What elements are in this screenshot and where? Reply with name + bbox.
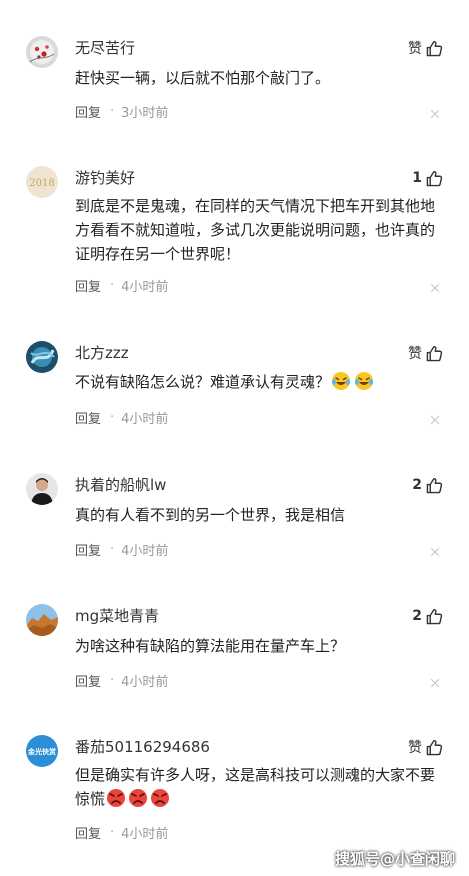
year-2018-avatar-icon[interactable]: 2018	[26, 166, 58, 198]
comment-text-row: 但是确实有许多人呀，这是高科技可以测魂的大家不要惊慌	[75, 763, 447, 815]
username[interactable]: 北方zzz	[75, 343, 129, 363]
separator-dot: ·	[110, 541, 115, 557]
timestamp: 4小时前	[121, 826, 169, 842]
username[interactable]: 番茄50116294686	[75, 737, 210, 757]
username[interactable]: 执着的船帆lw	[75, 475, 166, 495]
laughing-tears-emoji-icon	[331, 371, 375, 398]
timestamp: 4小时前	[121, 279, 169, 295]
thumbs-up-icon	[426, 345, 443, 362]
separator-dot: ·	[110, 409, 115, 425]
username[interactable]: 无尽苦行	[75, 38, 135, 58]
comment-text: 赶快买一辆，以后就不怕那个敲门了。	[75, 69, 331, 87]
reply-button[interactable]: 回复	[75, 671, 101, 690]
username[interactable]: mg菜地青青	[75, 606, 159, 626]
like-count: 1	[412, 170, 422, 186]
thumbs-up-icon	[426, 739, 443, 756]
like-button[interactable]: 2	[412, 475, 443, 495]
calligraphy-avatar-icon[interactable]: 金光快赏	[26, 735, 58, 767]
avatar-text: 金光快赏	[27, 747, 56, 756]
reply-button[interactable]: 回复	[75, 408, 101, 427]
like-button[interactable]: 赞	[408, 38, 443, 58]
like-label: 赞	[408, 41, 422, 57]
comment-text: 真的有人看不到的另一个世界，我是相信	[75, 506, 346, 524]
like-button[interactable]: 1	[412, 168, 443, 188]
like-label: 赞	[408, 740, 422, 756]
comment-meta: 回复 · 4小时前	[75, 822, 168, 842]
like-button[interactable]: 赞	[408, 343, 443, 363]
timestamp: 4小时前	[121, 543, 169, 559]
watermark: 搜狐号@小查闲聊	[334, 850, 455, 868]
reply-button[interactable]: 回复	[75, 823, 101, 842]
close-icon[interactable]	[429, 673, 441, 693]
desert-rock-avatar-icon[interactable]	[26, 604, 58, 636]
timestamp: 4小时前	[121, 674, 169, 690]
separator-dot: ·	[110, 672, 115, 688]
comment-text: 不说有缺陷怎么说？难道承认有灵魂？	[75, 373, 331, 391]
like-label: 赞	[408, 346, 422, 362]
comment-meta: 回复 · 4小时前	[75, 275, 168, 295]
comment-meta: 回复 · 4小时前	[75, 407, 168, 427]
like-button[interactable]: 赞	[408, 737, 443, 757]
blue-swirl-avatar-icon[interactable]	[26, 341, 58, 373]
close-icon[interactable]	[429, 542, 441, 562]
close-icon[interactable]	[429, 410, 441, 430]
comment-meta: 回复 · 4小时前	[75, 670, 168, 690]
reply-button[interactable]: 回复	[75, 276, 101, 295]
avatar-text: 2018	[29, 178, 54, 189]
timestamp: 3小时前	[121, 105, 169, 121]
username[interactable]: 游钓美好	[75, 168, 135, 188]
like-count: 2	[412, 477, 422, 493]
thumbs-up-icon	[426, 477, 443, 494]
close-icon[interactable]	[429, 104, 441, 124]
close-icon[interactable]	[429, 278, 441, 298]
thumbs-up-icon	[426, 170, 443, 187]
comment-meta: 回复 · 3小时前	[75, 101, 168, 121]
reply-button[interactable]: 回复	[75, 102, 101, 121]
thumbs-up-icon	[426, 608, 443, 625]
timestamp: 4小时前	[121, 411, 169, 427]
like-count: 2	[412, 608, 422, 624]
reply-button[interactable]: 回复	[75, 540, 101, 559]
comment-text-row: 不说有缺陷怎么说？难道承认有灵魂？	[75, 370, 447, 398]
thumbs-up-icon	[426, 40, 443, 57]
comment-meta: 回复 · 4小时前	[75, 539, 168, 559]
angry-face-emoji-icon	[106, 788, 172, 815]
comment-text: 到底是不是鬼魂，在同样的天气情况下把车开到其他地方看看不就知道啦，多试几次更能说…	[75, 197, 436, 263]
comment-text: 为啥这种有缺陷的算法能用在量产车上？	[75, 637, 346, 655]
separator-dot: ·	[110, 103, 115, 119]
cherry-blossom-avatar-icon[interactable]	[26, 36, 58, 68]
separator-dot: ·	[110, 824, 115, 840]
separator-dot: ·	[110, 277, 115, 293]
like-button[interactable]: 2	[412, 606, 443, 626]
man-portrait-avatar-icon[interactable]	[26, 473, 58, 505]
